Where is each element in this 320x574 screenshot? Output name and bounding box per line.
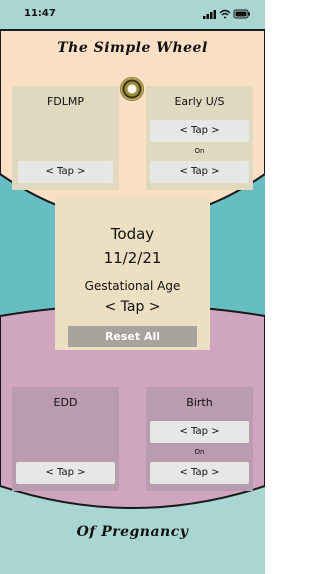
early-us-label: Early U/S [174,95,225,108]
early-us-card: Early U/S < Tap > On < Tap > [146,86,253,190]
wheel-screen: 11:47 The Simple Wheel FDLMP < Tap > Ear… [0,0,265,574]
fdlmp-card: FDLMP < Tap > [12,86,119,190]
birth-label: Birth [186,396,213,409]
birth-on-label: On [194,448,205,456]
wifi-icon [219,9,231,19]
early-us-on-label: On [194,147,205,155]
center-panel: Today 11/2/21 Gestational Age < Tap > Re… [55,195,210,350]
birth-card: Birth < Tap > On < Tap > [146,387,253,491]
reset-all-button[interactable]: Reset All [68,326,197,347]
today-date: 11/2/21 [103,249,162,267]
fdlmp-tap-button[interactable]: < Tap > [18,161,113,183]
battery-icon [233,9,250,19]
status-bar: 11:47 [0,0,265,30]
birth-tap-button[interactable]: < Tap > [150,421,249,443]
fdlmp-label: FDLMP [46,95,85,108]
birth-on-tap-button[interactable]: < Tap > [150,462,249,484]
app-title: The Simple Wheel [57,40,208,56]
gestational-age-label: Gestational Age [84,279,181,293]
status-time: 11:47 [24,8,56,19]
early-us-tap-button[interactable]: < Tap > [150,120,249,142]
edd-card: EDD < Tap > [12,387,119,491]
gestational-age-tap-button[interactable]: < Tap > [55,299,210,315]
status-icons [203,9,250,19]
edd-tap-button[interactable]: < Tap > [16,462,115,484]
app-subtitle: Of Pregnancy [76,524,189,540]
wheel-pin-icon [120,77,144,101]
signal-icon [203,10,216,19]
edd-label: EDD [53,396,78,409]
today-label: Today [110,225,155,243]
early-us-on-tap-button[interactable]: < Tap > [150,161,249,183]
